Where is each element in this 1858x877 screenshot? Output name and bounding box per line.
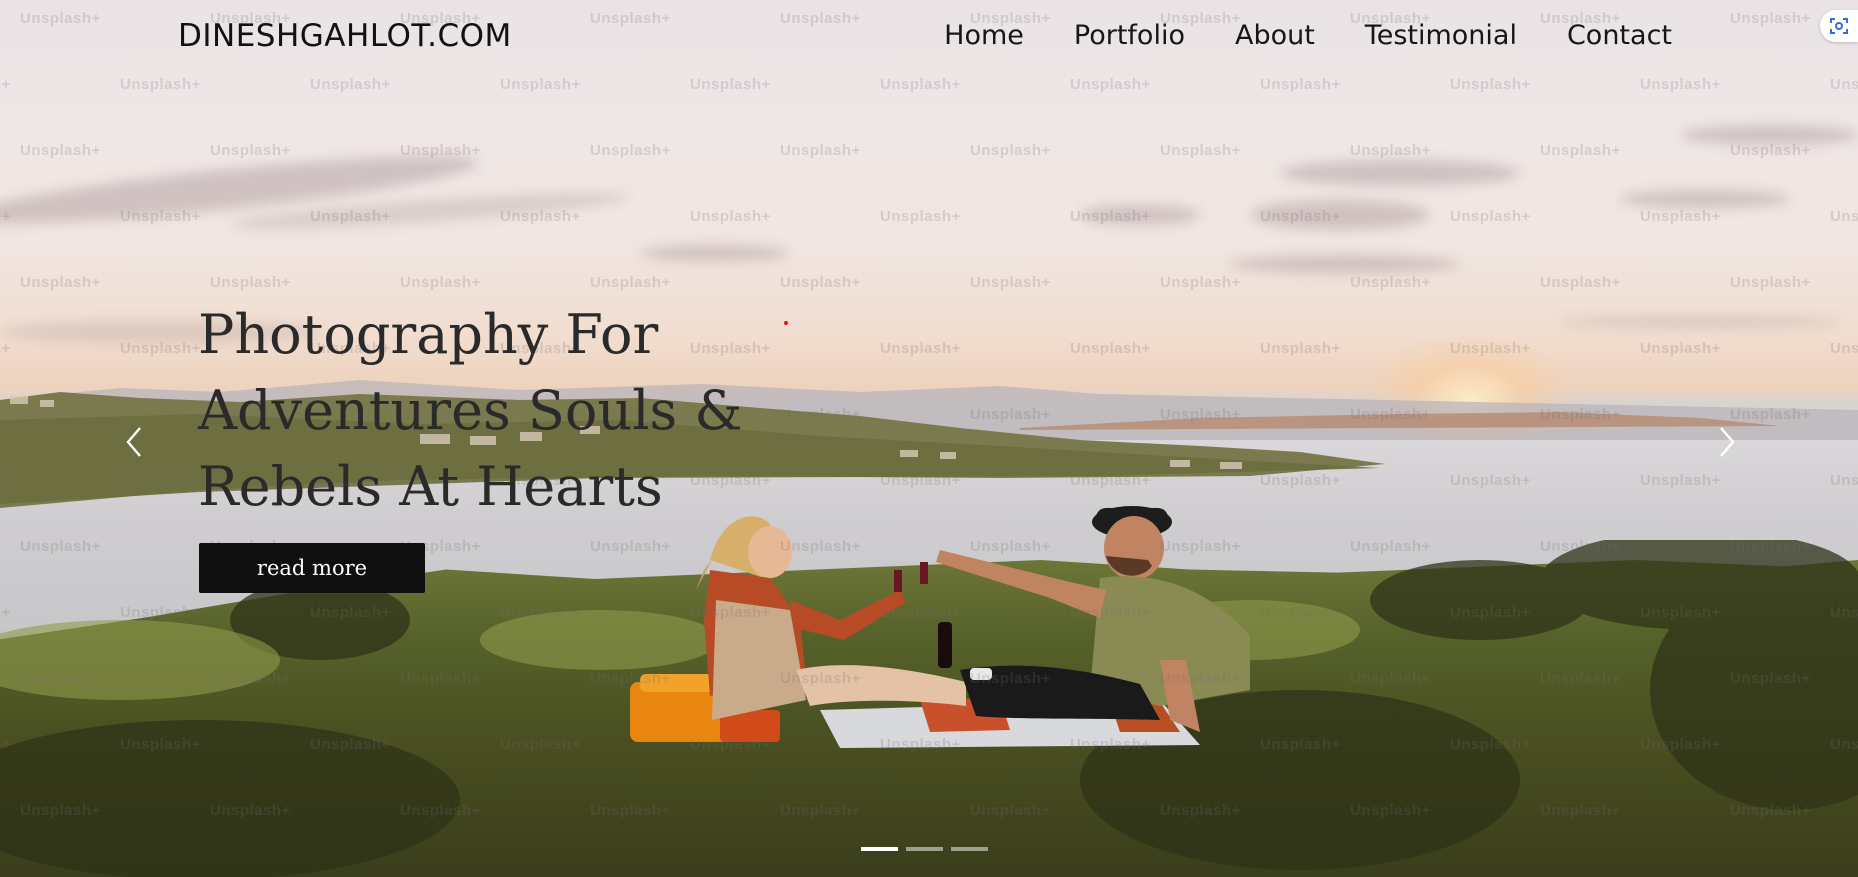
nav-about[interactable]: About [1235, 20, 1315, 51]
read-more-button[interactable]: read more [199, 543, 425, 593]
carousel-next-button[interactable] [1715, 424, 1739, 460]
hero-headline: Photography For Adventures Souls & Rebel… [198, 297, 758, 525]
red-dot-marker [784, 321, 788, 325]
carousel-indicator-1[interactable] [861, 847, 898, 851]
main-nav: Home Portfolio About Testimonial Contact [944, 20, 1672, 51]
nav-home[interactable]: Home [944, 20, 1024, 51]
carousel-prev-button[interactable] [122, 424, 146, 460]
chevron-right-icon [1720, 427, 1735, 457]
screen-capture-button[interactable] [1820, 10, 1858, 42]
hero-headline-line: Adventures Souls & [198, 379, 743, 442]
nav-testimonial[interactable]: Testimonial [1365, 20, 1517, 51]
nav-contact[interactable]: Contact [1567, 20, 1672, 51]
screen-capture-icon [1830, 18, 1848, 34]
hero-headline-line: Rebels At Hearts [198, 455, 663, 518]
site-logo[interactable]: DINESHGAHLOT.COM [178, 18, 512, 54]
nav-portfolio[interactable]: Portfolio [1074, 20, 1185, 51]
carousel-indicator-2[interactable] [906, 847, 943, 851]
chevron-left-icon [126, 427, 141, 457]
hero-carousel: Unsplash+ Unsplash+ Unsplash+ Unsplash+ Unsp… [0, 0, 1858, 877]
hero-headline-line: Photography For [198, 303, 659, 366]
carousel-indicator-3[interactable] [951, 847, 988, 851]
carousel-indicators [861, 847, 988, 851]
